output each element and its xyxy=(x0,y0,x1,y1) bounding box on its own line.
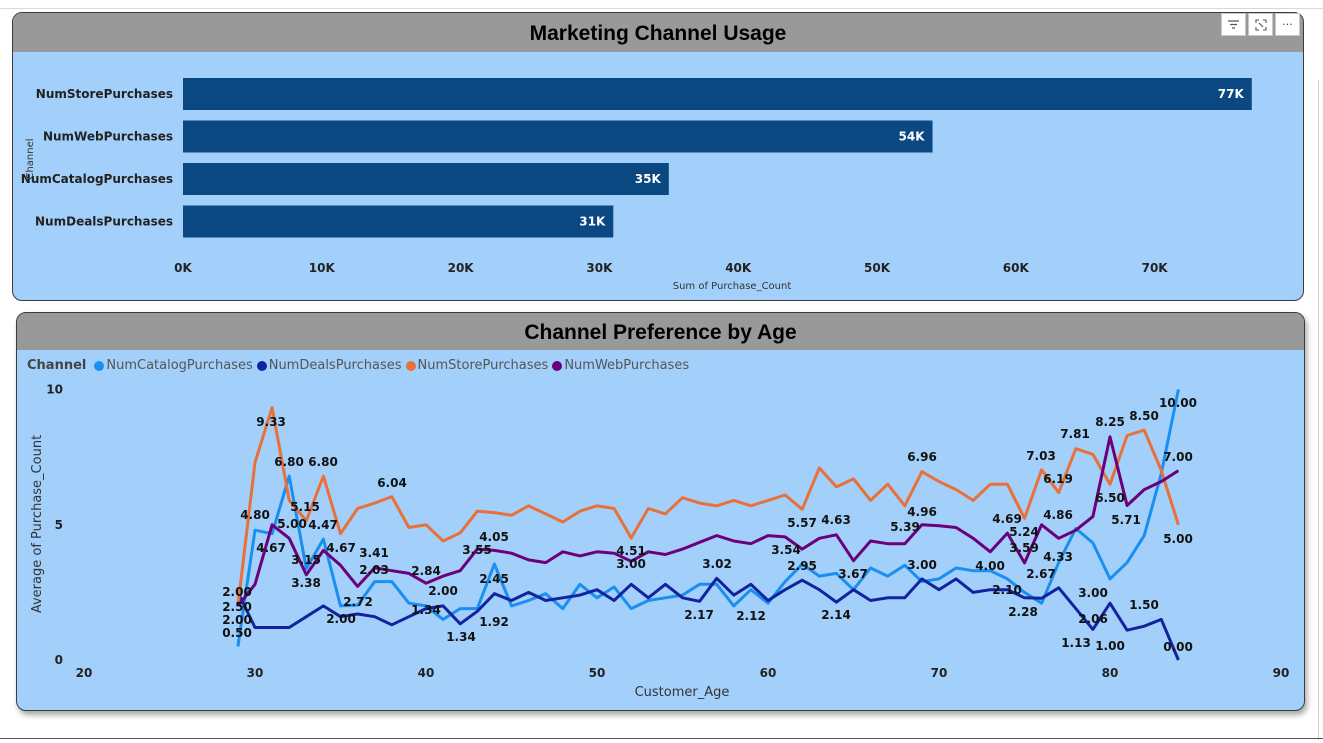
bar xyxy=(183,78,1252,110)
marketing-channel-usage-visual[interactable]: Marketing Channel Usage NumStorePurchase… xyxy=(12,12,1304,301)
bar xyxy=(183,163,669,195)
bar-chart: NumStorePurchases 77K NumWebPurchases 54K Nu… xyxy=(21,78,1252,292)
more-options-icon[interactable]: ··· xyxy=(1275,13,1300,36)
category-label: NumDealsPurchases xyxy=(35,215,173,229)
category-label: NumStorePurchases xyxy=(36,87,173,101)
data-label: 35K xyxy=(635,172,662,186)
legend-label: NumCatalogPurchases xyxy=(106,358,253,373)
chart-title: Channel Preference by Age xyxy=(17,313,1304,350)
legend-marker xyxy=(552,360,563,371)
category-label: NumCatalogPurchases xyxy=(21,172,173,186)
y-axis-title: Channel xyxy=(25,138,36,179)
category-label: NumWebPurchases xyxy=(43,130,173,144)
filter-icon[interactable] xyxy=(1221,13,1246,36)
bar xyxy=(183,120,933,153)
legend-marker xyxy=(94,360,105,371)
legend-marker xyxy=(256,360,267,371)
report-canvas-bottom-edge xyxy=(0,738,1323,739)
report-canvas-top-edge xyxy=(0,0,1323,9)
x-tick-label: 50K xyxy=(864,261,891,275)
data-label: 77K xyxy=(1218,87,1245,101)
legend-label: NumStorePurchases xyxy=(417,358,549,373)
x-tick-label: 30K xyxy=(586,261,613,275)
x-tick-label: 20K xyxy=(448,261,475,275)
report-canvas-right-edge xyxy=(1318,80,1319,740)
legend-item-web[interactable]: NumWebPurchases xyxy=(552,358,689,373)
x-axis-title: Sum of Purchase_Count xyxy=(673,281,792,292)
x-tick-label: 40K xyxy=(725,261,752,275)
x-tick-label: 60K xyxy=(1003,261,1030,275)
legend-label: NumWebPurchases xyxy=(564,358,690,373)
legend-item-catalog[interactable]: NumCatalogPurchases xyxy=(94,358,253,373)
data-label: 54K xyxy=(899,130,926,144)
legend-item-deals[interactable]: NumDealsPurchases xyxy=(256,358,402,373)
x-tick-label: 70K xyxy=(1142,261,1169,275)
legend: Channel NumCatalogPurchases NumDealsPurc… xyxy=(27,358,693,373)
legend-item-store[interactable]: NumStorePurchases xyxy=(405,358,549,373)
legend-title: Channel xyxy=(27,358,87,373)
x-tick-label: 0K xyxy=(174,261,192,275)
legend-marker xyxy=(405,360,416,371)
x-tick-label: 10K xyxy=(309,261,336,275)
data-label: 31K xyxy=(579,215,606,229)
bar xyxy=(183,205,614,238)
legend-label: NumDealsPurchases xyxy=(268,358,402,373)
visual-header-toolbar: ··· xyxy=(1221,13,1300,36)
focus-mode-icon[interactable] xyxy=(1248,13,1273,36)
